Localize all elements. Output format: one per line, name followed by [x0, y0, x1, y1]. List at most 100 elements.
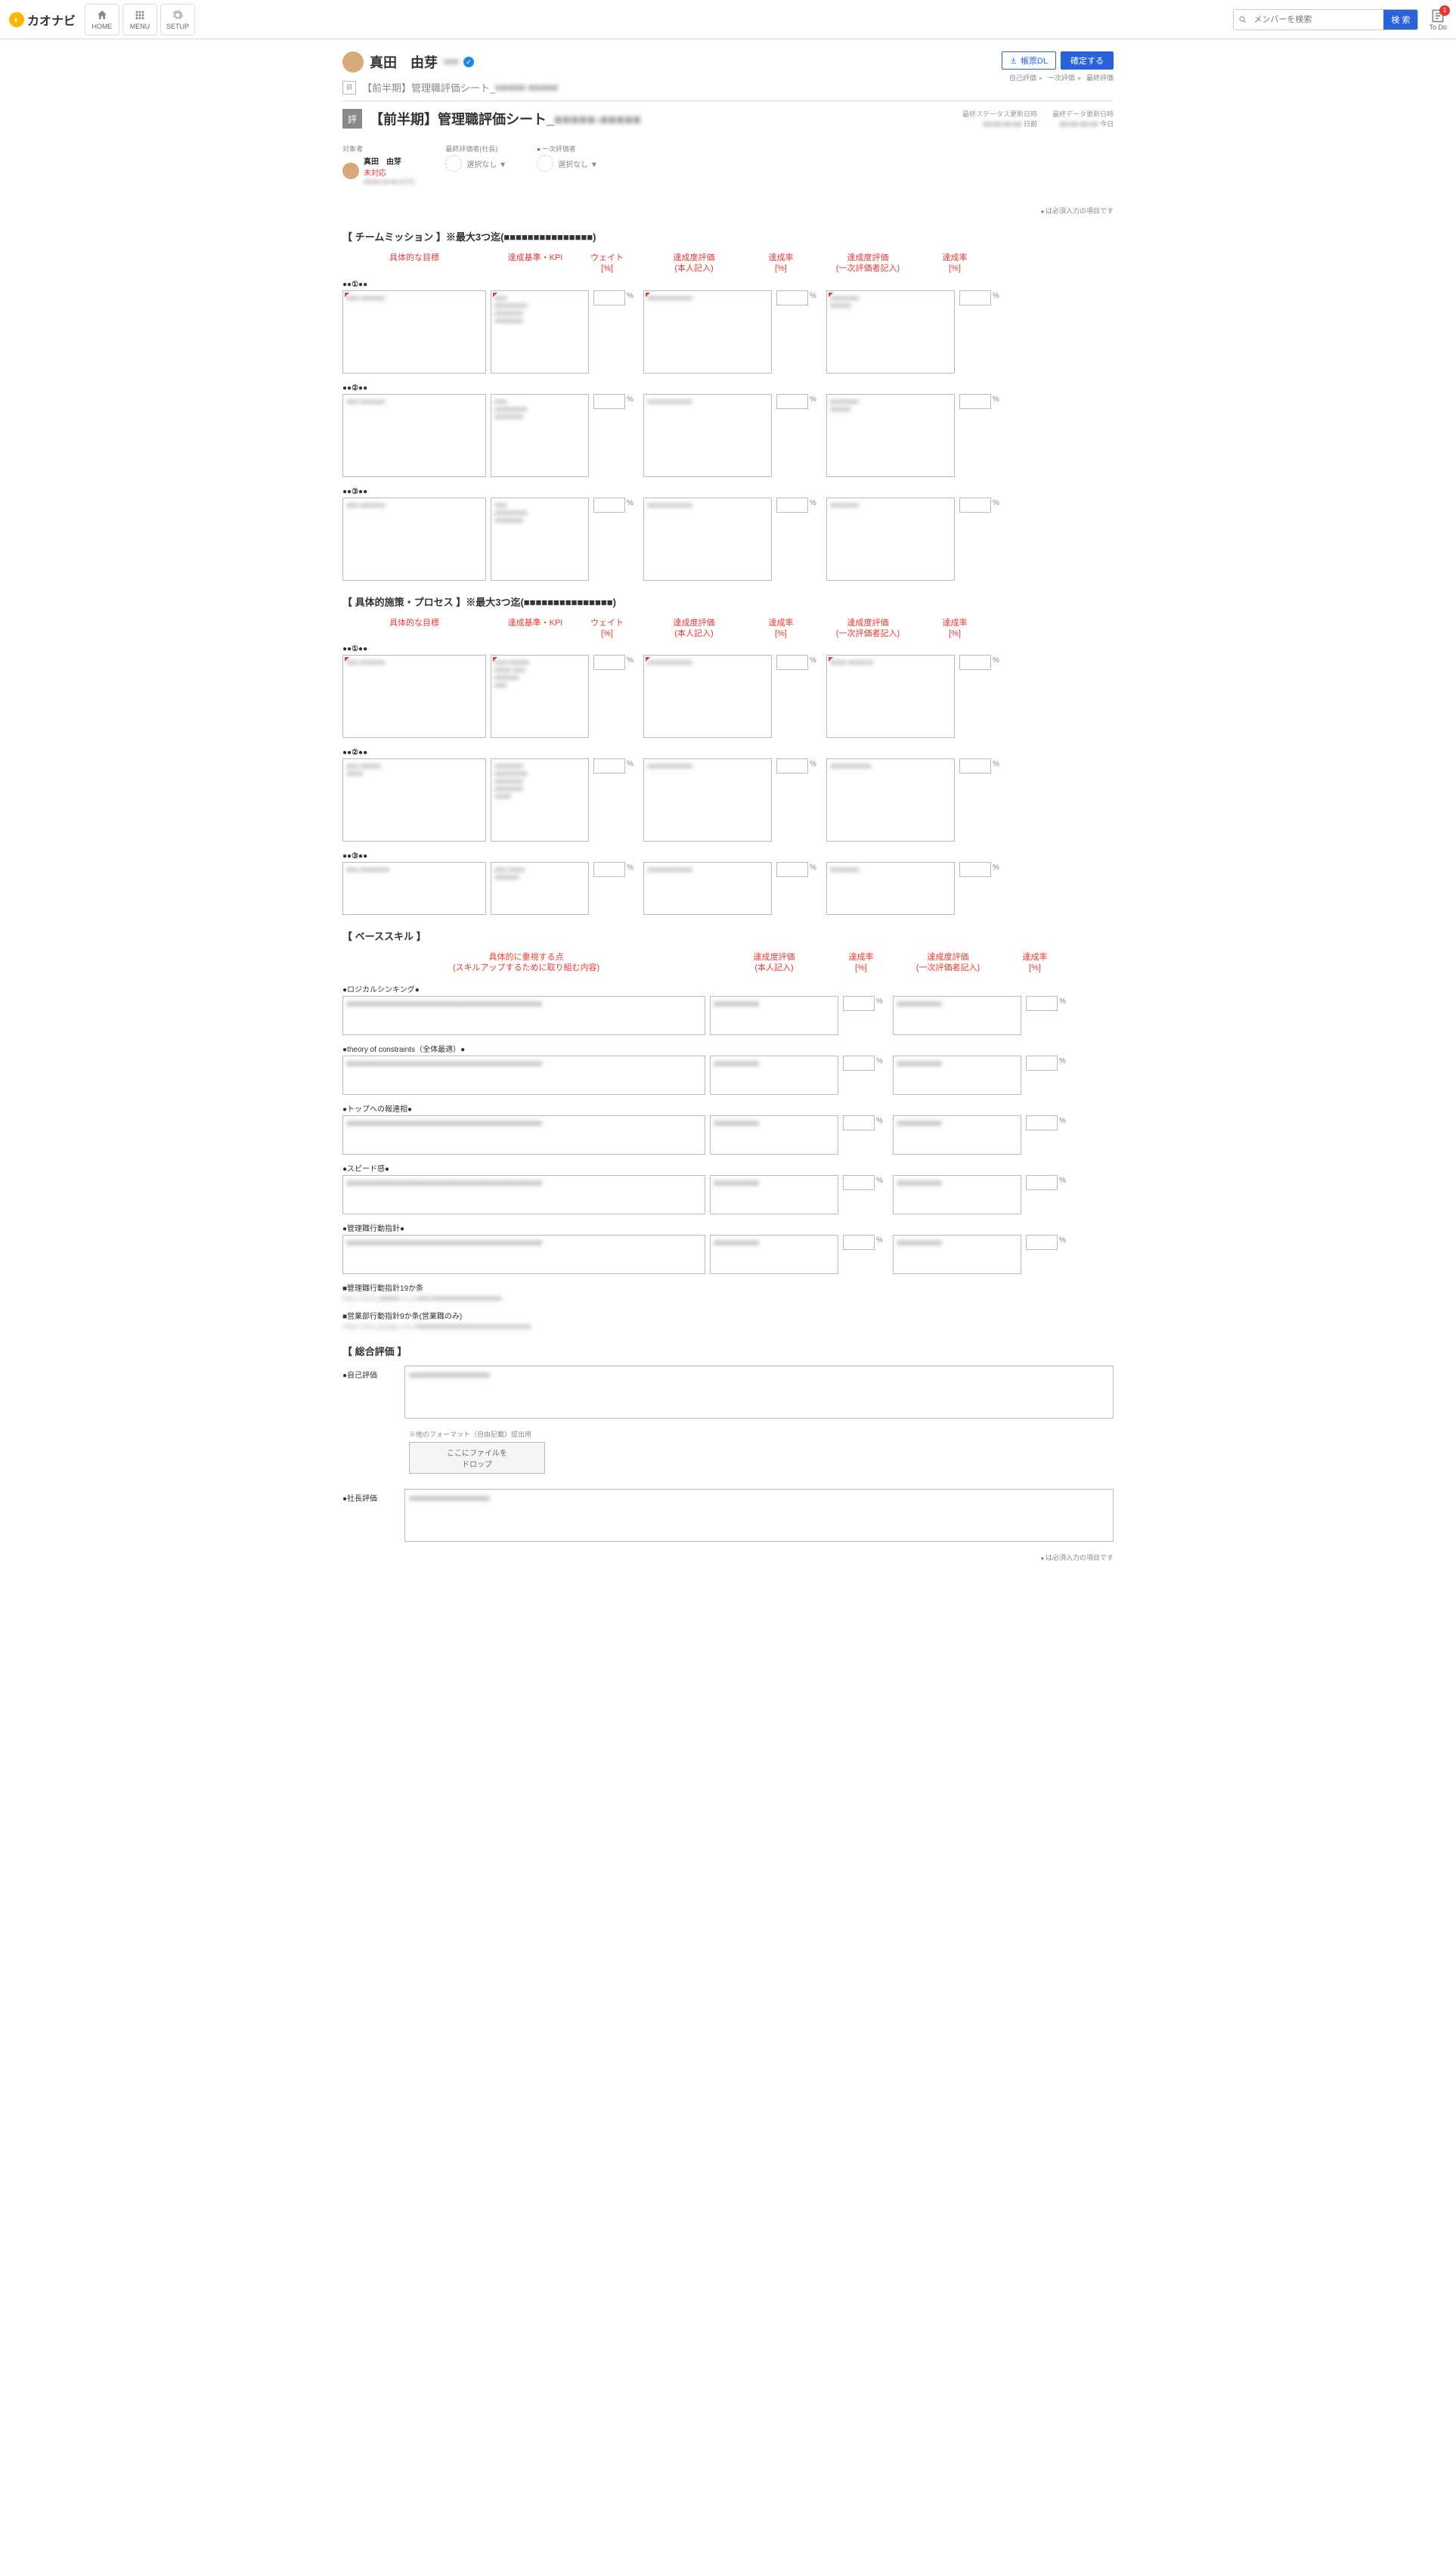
first-eval-input[interactable]: ■■■■■■■■■■: [826, 758, 955, 842]
th-weight: ウェイト [%]: [584, 616, 630, 641]
skill-self-input[interactable]: ■■■■■■■■■: [710, 1235, 838, 1274]
skill-first-input[interactable]: ■■■■■■■■■: [893, 1175, 1021, 1214]
rate2-input[interactable]: [959, 394, 991, 409]
weight-input[interactable]: [593, 758, 625, 774]
link2-url[interactable]: https://docs.google.com/■■■■■■■■■■■■■■■■…: [342, 1322, 1114, 1330]
skill-self-input[interactable]: ■■■■■■■■■: [710, 1056, 838, 1095]
self-eval-input[interactable]: ■■■■■■■■■■■: [643, 758, 772, 842]
rate2-input[interactable]: [959, 290, 991, 305]
weight-input[interactable]: [593, 655, 625, 670]
rate1-input[interactable]: [776, 862, 808, 877]
search-button[interactable]: 検 索: [1383, 9, 1417, 30]
avatar[interactable]: [342, 51, 364, 73]
self-eval-input[interactable]: ■■■■■■■■■■■: [643, 862, 772, 915]
drop-line1: ここにファイルを: [447, 1446, 507, 1458]
rate-input[interactable]: [843, 996, 875, 1011]
skill-first-input[interactable]: ■■■■■■■■■: [893, 1056, 1021, 1095]
goal-input[interactable]: ■■■ ■■■■■■: [342, 290, 486, 374]
skill-focus-input[interactable]: ■■■■■■■■■■■■■■■■■■■■■■■■■■■■■■■■■■■■■■■: [342, 1056, 705, 1095]
rate2-input[interactable]: [959, 758, 991, 774]
todo-button[interactable]: 1 To Do: [1429, 8, 1447, 31]
kpi-input[interactable]: ■■■■■■■■■■■■■■■■■■■■■■■■■■■■■■■■■: [491, 758, 589, 842]
search-input[interactable]: [1247, 15, 1383, 24]
rate2-input[interactable]: [959, 498, 991, 513]
rate2-input[interactable]: [959, 862, 991, 877]
overall-boss-label: ●社長評価: [342, 1489, 398, 1542]
prev-doc-line[interactable]: 目 【前半期】管理職評価シート_ ■■■■■-■■■■■: [342, 77, 1002, 98]
kpi-input[interactable]: ■■■ ■■■■■■■■■■: [491, 862, 589, 915]
first-eval-input[interactable]: ■■■■■■■■■■■■: [826, 394, 955, 477]
rate-input[interactable]: [1026, 1175, 1058, 1190]
skill-focus-input[interactable]: ■■■■■■■■■■■■■■■■■■■■■■■■■■■■■■■■■■■■■■■: [342, 1235, 705, 1274]
rate1-input[interactable]: [776, 394, 808, 409]
link1-url[interactable]: https://www.■■■■■.co.jp/■■■/■■■■■■■■■■■■…: [342, 1295, 1114, 1302]
confirm-button[interactable]: 確定する: [1061, 51, 1114, 70]
kpi-input[interactable]: ■■■■■■■■■■■■■■■■■■: [491, 394, 589, 477]
weight-input[interactable]: [593, 290, 625, 305]
rate1-input[interactable]: [776, 758, 808, 774]
final-select[interactable]: 選択なし ▼: [466, 158, 507, 169]
data-rel: 今日: [1100, 120, 1114, 128]
file-dropzone[interactable]: ここにファイルを ドロップ: [409, 1442, 545, 1474]
goal-input[interactable]: ■■■ ■■■■■■: [342, 394, 486, 477]
skill5-label: ●管理職行動指針●: [342, 1222, 1114, 1233]
skill-first-input[interactable]: ■■■■■■■■■: [893, 996, 1021, 1035]
download-button[interactable]: 帳票DL: [1002, 51, 1056, 70]
overall-self-input[interactable]: ■■■■■■■■■■■■■■■■: [404, 1366, 1114, 1419]
first-eval-input[interactable]: ■■■■■■■■■■■■: [826, 290, 955, 374]
skill-self-input[interactable]: ■■■■■■■■■: [710, 1175, 838, 1214]
goal-input[interactable]: ■■■ ■■■■■■■: [342, 862, 486, 915]
first-avatar[interactable]: [537, 155, 553, 172]
self-eval-input[interactable]: ■■■■■■■■■■■: [643, 498, 772, 581]
self-eval-input[interactable]: ■■■■■■■■■■■: [643, 394, 772, 477]
skill-self-input[interactable]: ■■■■■■■■■: [710, 996, 838, 1035]
rate-input[interactable]: [1026, 1235, 1058, 1250]
kpi-input[interactable]: ■■■ ■■■■■■■■■ ■■■■■■■■■■■■: [491, 655, 589, 738]
home-button[interactable]: HOME: [85, 4, 119, 36]
skill-focus-input[interactable]: ■■■■■■■■■■■■■■■■■■■■■■■■■■■■■■■■■■■■■■■: [342, 1115, 705, 1155]
rate-input[interactable]: [1026, 1056, 1058, 1071]
target-avatar[interactable]: [342, 163, 359, 179]
rate-input[interactable]: [1026, 996, 1058, 1011]
self-eval-input[interactable]: ■■■■■■■■■■■: [643, 655, 772, 738]
final-avatar[interactable]: [445, 155, 462, 172]
goal-input[interactable]: ■■■ ■■■■■■: [342, 498, 486, 581]
weight-input[interactable]: [593, 498, 625, 513]
rate1-input[interactable]: [776, 290, 808, 305]
setup-label: SETUP: [166, 23, 189, 30]
skill-self-input[interactable]: ■■■■■■■■■: [710, 1115, 838, 1155]
kpi-input[interactable]: ■■■■■■■■■■■■■■■■■■■■■■■■■: [491, 290, 589, 374]
rate-input[interactable]: [843, 1115, 875, 1130]
skill-focus-input[interactable]: ■■■■■■■■■■■■■■■■■■■■■■■■■■■■■■■■■■■■■■■: [342, 1175, 705, 1214]
rate-input[interactable]: [843, 1175, 875, 1190]
self-eval-input[interactable]: ■■■■■■■■■■■: [643, 290, 772, 374]
skill-focus-input[interactable]: ■■■■■■■■■■■■■■■■■■■■■■■■■■■■■■■■■■■■■■■: [342, 996, 705, 1035]
menu-label: MENU: [130, 23, 150, 30]
first-select[interactable]: 選択なし ▼: [558, 158, 598, 169]
kpi-input[interactable]: ■■■■■■■■■■■■■■■■■■: [491, 498, 589, 581]
menu-button[interactable]: MENU: [122, 4, 157, 36]
th-kpi: 達成基準・KPI: [486, 616, 584, 641]
rate-input[interactable]: [1026, 1115, 1058, 1130]
rate1-input[interactable]: [776, 498, 808, 513]
rate2-input[interactable]: [959, 655, 991, 670]
first-eval-input[interactable]: ■■■■ ■■■■■■: [826, 655, 955, 738]
skill-first-input[interactable]: ■■■■■■■■■: [893, 1235, 1021, 1274]
logo[interactable]: ◐ カオナビ: [9, 11, 76, 29]
weight-input[interactable]: [593, 394, 625, 409]
first-eval-input[interactable]: ■■■■■■■: [826, 498, 955, 581]
data-date: ■■/■■ ■■:■■: [1059, 120, 1098, 128]
setup-button[interactable]: SETUP: [160, 4, 195, 36]
goal-input[interactable]: ■■■ ■■■■■■: [342, 655, 486, 738]
rate1-input[interactable]: [776, 655, 808, 670]
skill-first-input[interactable]: ■■■■■■■■■: [893, 1115, 1021, 1155]
first-eval-input[interactable]: ■■■■■■■: [826, 862, 955, 915]
weight-input[interactable]: [593, 862, 625, 877]
skill2-label: ●theory of constraints（全体最適）●: [342, 1043, 1114, 1054]
rate-input[interactable]: [843, 1235, 875, 1250]
th-first: 達成度評価 (一次評価者記入): [804, 251, 932, 276]
target-label: 対象者: [342, 144, 415, 153]
overall-boss-input[interactable]: ■■■■■■■■■■■■■■■■: [404, 1489, 1114, 1542]
goal-input[interactable]: ■■■ ■■■■■■■■■: [342, 758, 486, 842]
rate-input[interactable]: [843, 1056, 875, 1071]
